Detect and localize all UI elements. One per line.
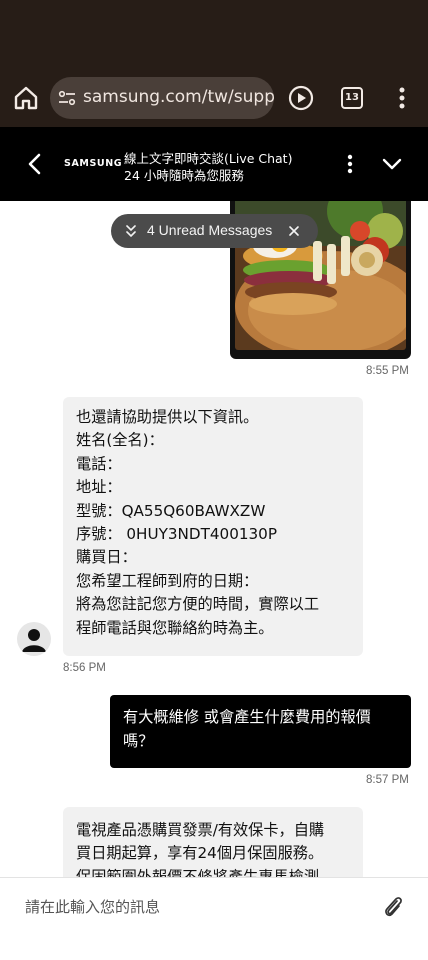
message-line: 程師電話與您聯絡約時為主。	[76, 618, 274, 637]
tab-count: 13	[345, 92, 359, 103]
message-line: 地址：	[76, 478, 122, 497]
double-chevron-down-icon	[126, 225, 136, 238]
home-icon[interactable]	[12, 84, 40, 112]
chevron-down-icon[interactable]	[380, 153, 404, 175]
browser-toolbar: samsung.com/tw/suppor 13	[0, 70, 428, 127]
agent-message: 也還請協助提供以下資訊。 姓名(全名)： 電話： 地址： 型號：QA55Q60B…	[63, 397, 363, 656]
message-line: 姓名(全名)：	[76, 431, 164, 450]
message-input-bar: 請在此輸入您的訊息	[0, 877, 428, 960]
samsung-logo: SAMSUNG	[64, 158, 123, 169]
site-settings-icon[interactable]	[58, 89, 76, 107]
play-icon[interactable]	[288, 85, 314, 111]
address-bar[interactable]: samsung.com/tw/suppor	[50, 77, 274, 119]
user-message: 有大概維修 或會產生什麼費用的報價嗎？	[110, 695, 411, 768]
message-line: 將為您註記您方便的時間，實際以工	[76, 595, 319, 614]
user-message-text: 有大概維修 或會產生什麼費用的報價嗎？	[123, 708, 371, 750]
tabs-icon[interactable]: 13	[341, 87, 363, 109]
chat-header: SAMSUNG 線上文字即時交談(Live Chat) 24 小時隨時為您服務	[0, 127, 428, 201]
back-icon[interactable]	[24, 151, 46, 177]
unread-messages-pill[interactable]: 4 Unread Messages	[111, 214, 318, 248]
message-line: 電視產品憑購買發票/有效保卡，自購	[76, 821, 325, 839]
unread-count-label[interactable]: 4 Unread Messages	[147, 222, 272, 238]
message-line: 保固範圍外報價不條將產生專馬檢測	[76, 867, 319, 877]
message-line: 序號： 0HUY3NDT400130P	[76, 525, 277, 544]
message-input[interactable]: 請在此輸入您的訊息	[25, 896, 160, 917]
message-time: 8:57 PM	[366, 774, 409, 786]
message-line: 型號：QA55Q60BAWXZW	[76, 501, 266, 520]
person-icon	[22, 629, 46, 652]
more-vert-icon[interactable]	[392, 85, 412, 111]
chat-subtitle: 24 小時隨時為您服務	[124, 168, 244, 183]
message-line: 也還請協助提供以下資訊。	[76, 408, 259, 426]
message-time: 8:55 PM	[366, 365, 409, 377]
message-line: 購買日：	[76, 548, 137, 567]
status-bar	[0, 0, 428, 70]
agent-message: 電視產品憑購買發票/有效保卡，自購 買日期起算，享有24個月保固服務。 保固範圍…	[63, 807, 363, 877]
close-icon[interactable]	[288, 225, 300, 237]
message-line: 買日期起算，享有24個月保固服務。	[76, 844, 324, 863]
agent-avatar	[17, 622, 51, 656]
chat-messages[interactable]: 8:55 PM 也還請協助提供以下資訊。 姓名(全名)： 電話： 地址： 型號：…	[0, 201, 428, 877]
url-text[interactable]: samsung.com/tw/suppor	[83, 87, 274, 107]
message-line: 您希望工程師到府的日期：	[76, 571, 259, 590]
message-time: 8:56 PM	[63, 662, 106, 674]
paperclip-icon[interactable]	[381, 894, 405, 920]
more-vert-icon[interactable]	[340, 152, 360, 176]
message-line: 電話：	[76, 454, 122, 473]
